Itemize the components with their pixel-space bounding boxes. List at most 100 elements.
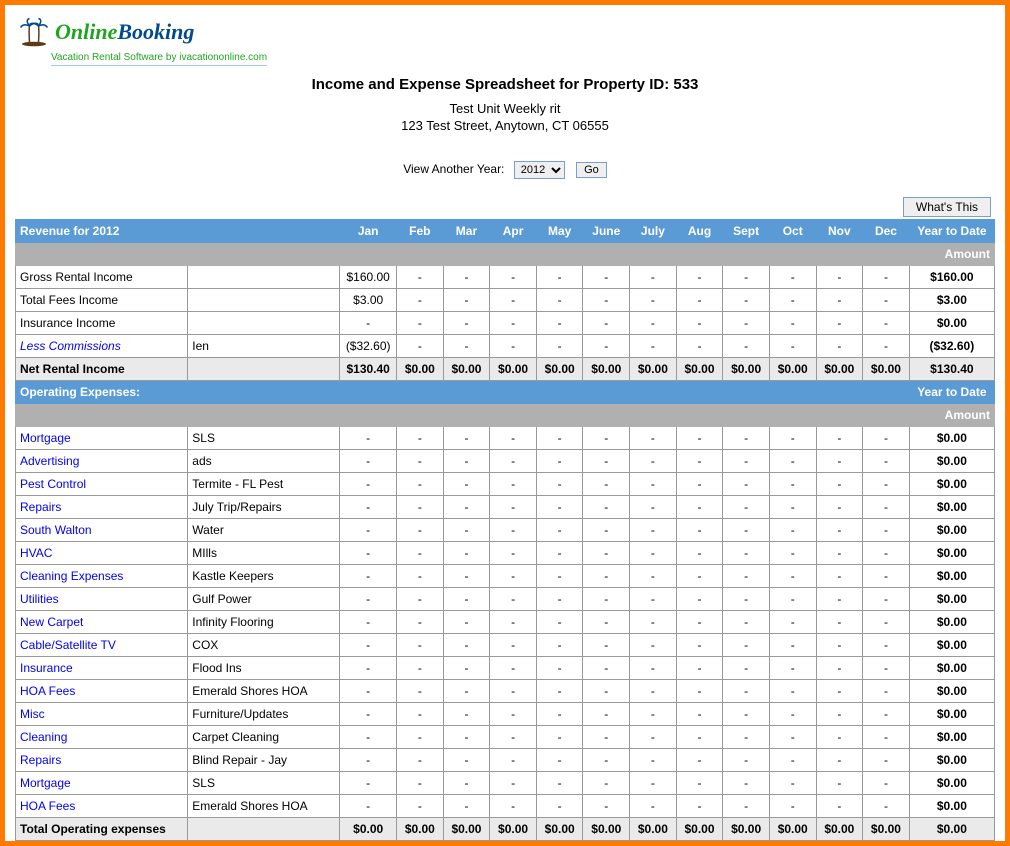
expense-value: - bbox=[536, 611, 583, 634]
expense-value: - bbox=[676, 772, 723, 795]
ytd-header: Year to Date bbox=[909, 220, 994, 243]
expense-value: - bbox=[723, 680, 770, 703]
revenue-value: - bbox=[676, 312, 723, 335]
expense-link[interactable]: Misc bbox=[20, 707, 45, 721]
expense-value: - bbox=[723, 496, 770, 519]
expense-value: - bbox=[490, 427, 537, 450]
expense-link[interactable]: Cable/Satellite TV bbox=[20, 638, 116, 652]
expense-value: - bbox=[630, 450, 677, 473]
revenue-value: - bbox=[443, 289, 490, 312]
expense-value: - bbox=[863, 450, 910, 473]
expense-link[interactable]: New Carpet bbox=[20, 615, 83, 629]
month-header: Sept bbox=[723, 220, 770, 243]
expense-desc: Furniture/Updates bbox=[188, 703, 340, 726]
expense-link[interactable]: South Walton bbox=[20, 523, 92, 537]
expense-value: - bbox=[630, 772, 677, 795]
expense-link[interactable]: HVAC bbox=[20, 546, 52, 560]
expense-desc: Carpet Cleaning bbox=[188, 726, 340, 749]
spacer bbox=[188, 358, 340, 381]
expense-value: - bbox=[397, 542, 444, 565]
expense-value: - bbox=[863, 588, 910, 611]
expense-value: - bbox=[723, 772, 770, 795]
expense-link[interactable]: Cleaning bbox=[20, 730, 67, 744]
expense-value: - bbox=[443, 450, 490, 473]
revenue-value: - bbox=[583, 289, 630, 312]
expense-value: - bbox=[443, 726, 490, 749]
expense-value: - bbox=[583, 657, 630, 680]
revenue-value: - bbox=[863, 312, 910, 335]
year-selector: View Another Year: 2012 Go bbox=[15, 161, 995, 179]
net-income-value: $0.00 bbox=[630, 841, 677, 846]
expense-value: - bbox=[443, 657, 490, 680]
expense-value: - bbox=[583, 703, 630, 726]
expense-ytd: $0.00 bbox=[909, 450, 994, 473]
revenue-row-label: Gross Rental Income bbox=[16, 266, 188, 289]
revenue-value: - bbox=[397, 266, 444, 289]
expense-value: - bbox=[397, 427, 444, 450]
expense-link[interactable]: Repairs bbox=[20, 500, 61, 514]
revenue-value: - bbox=[816, 266, 863, 289]
expense-value: - bbox=[340, 496, 397, 519]
expense-value: - bbox=[816, 749, 863, 772]
revenue-value: - bbox=[863, 266, 910, 289]
expense-value: - bbox=[769, 450, 816, 473]
revenue-value: - bbox=[490, 335, 537, 358]
expense-link[interactable]: Cleaning Expenses bbox=[20, 569, 123, 583]
revenue-value: - bbox=[583, 266, 630, 289]
expense-value: - bbox=[863, 565, 910, 588]
go-button[interactable]: Go bbox=[576, 162, 607, 178]
expense-link[interactable]: Utilities bbox=[20, 592, 59, 606]
expense-value: - bbox=[536, 565, 583, 588]
whats-this-button[interactable]: What's This bbox=[903, 197, 991, 217]
total-expenses-value: $0.00 bbox=[676, 818, 723, 841]
expense-value: - bbox=[676, 726, 723, 749]
net-income-value: $0.00 bbox=[676, 841, 723, 846]
expense-value: - bbox=[816, 611, 863, 634]
net-rental-value: $0.00 bbox=[676, 358, 723, 381]
expense-value: - bbox=[723, 565, 770, 588]
expense-value: - bbox=[676, 496, 723, 519]
expense-value: - bbox=[863, 795, 910, 818]
expense-desc: July Trip/Repairs bbox=[188, 496, 340, 519]
total-expenses-value: $0.00 bbox=[723, 818, 770, 841]
revenue-value: - bbox=[443, 266, 490, 289]
expense-value: - bbox=[723, 427, 770, 450]
expense-link[interactable]: Mortgage bbox=[20, 431, 71, 445]
revenue-link[interactable]: Less Commissions bbox=[20, 339, 121, 353]
expense-link[interactable]: HOA Fees bbox=[20, 684, 75, 698]
revenue-value: - bbox=[816, 289, 863, 312]
expense-value: - bbox=[769, 749, 816, 772]
spacer bbox=[188, 841, 340, 846]
expense-value: - bbox=[583, 565, 630, 588]
expense-value: - bbox=[583, 726, 630, 749]
expense-link[interactable]: Pest Control bbox=[20, 477, 86, 491]
revenue-value: - bbox=[630, 335, 677, 358]
expense-value: - bbox=[397, 657, 444, 680]
expense-row-label: HOA Fees bbox=[16, 680, 188, 703]
expense-desc: Water bbox=[188, 519, 340, 542]
expense-value: - bbox=[816, 726, 863, 749]
expense-value: - bbox=[816, 680, 863, 703]
expense-value: - bbox=[536, 588, 583, 611]
expense-desc: Emerald Shores HOA bbox=[188, 680, 340, 703]
expense-row-label: HOA Fees bbox=[16, 795, 188, 818]
expense-value: - bbox=[816, 657, 863, 680]
net-rental-value: $0.00 bbox=[397, 358, 444, 381]
year-dropdown[interactable]: 2012 bbox=[514, 161, 565, 179]
expense-value: - bbox=[769, 588, 816, 611]
expense-value: - bbox=[630, 519, 677, 542]
expense-value: - bbox=[863, 657, 910, 680]
expense-link[interactable]: Repairs bbox=[20, 753, 61, 767]
expense-link[interactable]: Insurance bbox=[20, 661, 73, 675]
spacer bbox=[863, 243, 910, 266]
net-income-value: $130.40 bbox=[340, 841, 397, 846]
spacer bbox=[443, 243, 490, 266]
expense-value: - bbox=[630, 565, 677, 588]
net-rental-value: $0.00 bbox=[863, 358, 910, 381]
expense-desc: Blind Repair - Jay bbox=[188, 749, 340, 772]
expense-value: - bbox=[536, 749, 583, 772]
expense-link[interactable]: HOA Fees bbox=[20, 799, 75, 813]
revenue-row-label: Total Fees Income bbox=[16, 289, 188, 312]
expense-link[interactable]: Mortgage bbox=[20, 776, 71, 790]
expense-link[interactable]: Advertising bbox=[20, 454, 79, 468]
